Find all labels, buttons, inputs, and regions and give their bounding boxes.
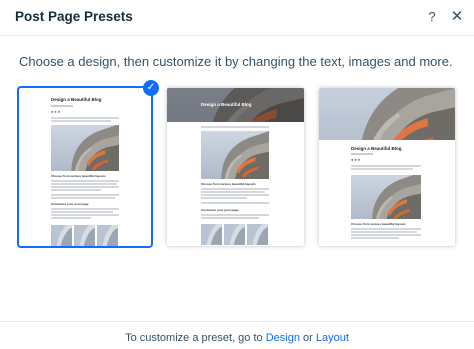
preset-section-title: Customize your post page: [201, 208, 239, 212]
footer-text: To customize a preset, go to Design or L…: [0, 332, 474, 344]
preset-subtitle: Choose from various beautiful layouts: [201, 182, 256, 186]
preset-text-line: [51, 117, 119, 119]
preset-text-line: [51, 180, 119, 182]
preset-gallery-image: [97, 225, 118, 246]
preset-text-line: [51, 189, 101, 191]
preset-text-line: [351, 168, 413, 170]
instructions-text: Choose a design, then customize it by ch…: [19, 54, 453, 69]
dialog-footer: To customize a preset, go to Design or L…: [0, 321, 474, 349]
help-icon[interactable]: ?: [424, 8, 440, 26]
preset-text-line: [201, 197, 247, 199]
preset-meta: [351, 153, 373, 155]
preset-text-line: [351, 237, 399, 239]
preset-card-3[interactable]: Design a Beautiful Blog ●●● Choose from …: [319, 88, 455, 246]
preset-gallery-image: [51, 225, 72, 246]
preset-text-line: [51, 194, 119, 196]
preset-hero-image: [201, 131, 269, 179]
preset-text-line: [51, 214, 119, 216]
close-icon[interactable]: ✕: [449, 8, 465, 26]
layout-link[interactable]: Layout: [316, 332, 349, 344]
preset-gallery-image: [74, 225, 95, 246]
preset-share-icons: ●●●: [51, 109, 62, 114]
preset-blog-title: Design a Beautiful Blog: [351, 146, 402, 151]
preset-banner-image: [319, 88, 455, 140]
preset-text-line: [201, 188, 269, 190]
preset-text-line: [201, 217, 259, 219]
preset-text-line: [351, 234, 421, 236]
preset-share-icons: ●●●: [351, 157, 362, 162]
preset-gallery-image: [224, 224, 245, 245]
preset-section-title: Customize your post page: [51, 202, 89, 206]
preset-text-line: [51, 120, 111, 122]
footer-conjunction: or: [303, 332, 313, 344]
dialog-header: Post Page Presets ? ✕: [0, 0, 474, 36]
selected-check-icon: ✓: [143, 80, 159, 96]
preset-card-2[interactable]: Design a Beautiful Blog Choose from vari…: [167, 88, 304, 246]
dialog-title: Post Page Presets: [15, 9, 133, 24]
preset-text-line: [51, 197, 115, 199]
preset-blog-title: Design a Beautiful Blog: [51, 97, 102, 102]
preset-text-line: [51, 217, 91, 219]
preset-text-line: [51, 208, 119, 210]
design-link[interactable]: Design: [266, 332, 300, 344]
preset-hero-image: [51, 125, 119, 171]
preset-text-line: [201, 214, 269, 216]
preset-gallery-image: [247, 224, 268, 245]
preset-gallery-image: [201, 224, 222, 245]
preset-text-line: [201, 202, 269, 204]
preset-subtitle: Choose from various beautiful layouts: [351, 222, 406, 226]
preset-text-line: [351, 165, 421, 167]
preset-subtitle: Choose from various beautiful layouts: [51, 174, 106, 178]
preset-text-line: [351, 228, 421, 230]
preset-text-line: [201, 194, 269, 196]
preset-blog-title: Design a Beautiful Blog: [201, 102, 252, 107]
preset-text-line: [51, 183, 117, 185]
footer-prefix: To customize a preset, go to: [125, 332, 263, 344]
preset-text-line: [201, 126, 269, 128]
preset-hero-image: [351, 175, 421, 219]
preset-text-line: [201, 191, 265, 193]
preset-text-line: [351, 231, 417, 233]
preset-card-1[interactable]: Design a Beautiful Blog ●●● Choose from …: [17, 86, 153, 248]
preset-text-line: [51, 211, 113, 213]
preset-meta: [51, 105, 73, 107]
preset-text-line: [51, 186, 119, 188]
